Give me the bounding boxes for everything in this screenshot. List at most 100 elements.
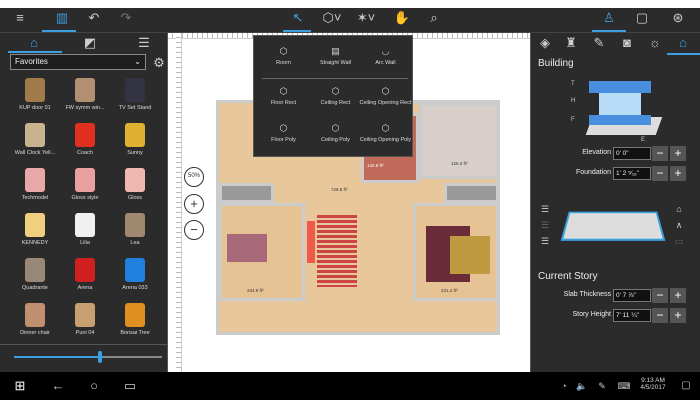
ceiling-opening-poly-tool[interactable]: ⬡ Ceiling Opening Poly xyxy=(359,123,412,143)
sun-icon[interactable]: ☼ xyxy=(643,33,667,53)
library-item[interactable]: Lilia xyxy=(60,210,110,251)
windows-start-icon[interactable]: ⊞ xyxy=(8,376,32,396)
library-item[interactable]: Gloss xyxy=(110,165,160,206)
height-minus-button[interactable]: − xyxy=(652,308,668,323)
library-item[interactable]: KENNEDY xyxy=(10,210,60,251)
library-item[interactable]: Coach xyxy=(60,120,110,161)
item-label: Bonsai Tree xyxy=(120,330,150,336)
materials-tab-icon[interactable]: ◩ xyxy=(78,33,102,53)
search-icon[interactable]: ⌕ xyxy=(422,8,446,28)
area-label: 126.3 ft² xyxy=(451,161,468,166)
item-label: FW symm win... xyxy=(65,105,105,111)
rug xyxy=(317,215,357,287)
slab-plus-button[interactable]: + xyxy=(670,288,686,303)
library-item[interactable]: Sunny xyxy=(110,120,160,161)
library-item[interactable]: Gloss style xyxy=(60,165,110,206)
ceiling-rect-tool[interactable]: ⬡ Ceiling Rect xyxy=(309,86,362,106)
undo-icon[interactable]: ↶ xyxy=(82,8,106,28)
library-item[interactable]: Bonsai Tree xyxy=(110,300,160,341)
arc-wall-icon: ◡ xyxy=(381,46,390,56)
slider-thumb[interactable] xyxy=(98,351,102,363)
library-item[interactable]: TV Set Stand xyxy=(110,75,160,116)
pen-icon[interactable]: ✎ xyxy=(590,376,614,396)
pan-hand-icon[interactable]: ✋ xyxy=(390,8,414,28)
furniture-tab-icon[interactable]: ⌂ xyxy=(22,33,46,53)
elevation-plus-button[interactable]: + xyxy=(670,146,686,161)
story-height-input[interactable]: 7' 11 ¼" xyxy=(613,309,651,322)
notifications-icon[interactable]: ▢ xyxy=(674,376,698,396)
item-label: Quadrante xyxy=(22,285,48,291)
redo-icon[interactable]: ↷ xyxy=(114,8,138,28)
tool-label: Straight Wall xyxy=(320,60,351,66)
home-circle-icon[interactable]: ○ xyxy=(82,376,106,396)
height-plus-button[interactable]: + xyxy=(670,308,686,323)
item-label: Arena xyxy=(77,285,93,291)
magic-icon[interactable]: ✶˅ xyxy=(354,8,378,28)
item-thumbnail xyxy=(125,303,145,327)
remove-story-icon[interactable]: ▭ xyxy=(667,231,691,251)
list-tab-icon[interactable]: ☰ xyxy=(132,33,156,53)
menu-icon[interactable]: ≡ xyxy=(8,8,32,28)
library-icon[interactable]: ▥ xyxy=(50,8,74,28)
straight-wall-tool[interactable]: ▤ Straight Wall xyxy=(309,46,362,66)
ceiling-poly-tool[interactable]: ⬡ Ceiling Poly xyxy=(309,123,362,143)
library-item[interactable]: FW symm win... xyxy=(60,75,110,116)
slab-thickness-input[interactable]: 0' 7 ⅞" xyxy=(613,289,651,302)
tool-label: Ceiling Rect xyxy=(320,100,351,106)
person-icon[interactable]: ♙ xyxy=(597,8,621,28)
library-item[interactable]: Arena 033 xyxy=(110,255,160,296)
keyboard-icon[interactable]: ⌨ xyxy=(612,376,636,396)
zoom-in-button[interactable]: + xyxy=(184,194,204,214)
arc-wall-tool[interactable]: ◡ Arc Wall xyxy=(359,46,412,66)
foundation-minus-button[interactable]: − xyxy=(652,166,668,181)
library-item[interactable]: Techmodel xyxy=(10,165,60,206)
elevation-input[interactable]: 0' 0" xyxy=(613,147,651,160)
room-tool[interactable]: ⬡ Room xyxy=(257,46,310,66)
category-value: Favorites xyxy=(15,57,48,66)
area-label: 142.8 ft² xyxy=(367,163,384,168)
size-slider[interactable] xyxy=(14,351,162,363)
plan-view-icon[interactable]: ▢ xyxy=(630,8,654,28)
library-item[interactable]: Arena xyxy=(60,255,110,296)
3d-view-icon[interactable]: ⊛ xyxy=(666,8,690,28)
floor-poly-tool[interactable]: ⬡ Floor Poly xyxy=(257,123,310,143)
floor-rect-tool[interactable]: ⬡ Floor Rect xyxy=(257,86,310,106)
library-panel: ⌂ ◩ ☰ Favorites ⌄ ⚙ KUP door 01 FW symm wi… xyxy=(0,33,168,372)
library-item[interactable]: Lea xyxy=(110,210,160,251)
foundation-plus-button[interactable]: + xyxy=(670,166,686,181)
paint-icon[interactable]: ◈ xyxy=(533,33,557,53)
camera-icon[interactable]: ◙ xyxy=(615,33,639,53)
back-icon[interactable]: ← xyxy=(46,376,70,396)
ceiling-icon: ⬡ xyxy=(331,86,340,96)
story-preview[interactable] xyxy=(560,211,666,241)
clock-time[interactable]: 9:13 AM xyxy=(636,377,670,384)
e-label: E xyxy=(641,137,646,143)
item-label: KUP door 01 xyxy=(19,105,51,111)
add-story-below-icon[interactable]: ☰ xyxy=(533,231,557,251)
library-item[interactable]: KUP door 01 xyxy=(10,75,60,116)
library-item[interactable]: Puni 04 xyxy=(60,300,110,341)
slab-minus-button[interactable]: − xyxy=(652,288,668,303)
building-icon[interactable]: ⌂ xyxy=(671,33,695,53)
foundation-input[interactable]: 1' 2 ⁵⁄₁₆" xyxy=(613,167,651,180)
zoom-out-button[interactable]: − xyxy=(184,220,204,240)
stamp-icon[interactable]: ♜ xyxy=(559,33,583,53)
select-icon[interactable]: ↖ xyxy=(286,8,310,28)
ceiling-opening-rect-tool[interactable]: ⬡ Ceiling Opening Rect xyxy=(359,86,412,106)
elevation-minus-button[interactable]: − xyxy=(652,146,668,161)
item-thumbnail xyxy=(125,168,145,192)
task-view-icon[interactable]: ▭ xyxy=(118,376,142,396)
library-item[interactable]: Quadrante xyxy=(10,255,60,296)
item-label: Arena 033 xyxy=(122,285,148,291)
building-title: Building xyxy=(538,58,574,69)
zoom-level-button[interactable]: 50% xyxy=(184,167,204,187)
floor-icon: ⬡ xyxy=(279,123,288,133)
library-item[interactable]: Wall Clock Yell... xyxy=(10,120,60,161)
pencil-icon[interactable]: ✎ xyxy=(587,33,611,53)
library-item[interactable]: Dinner chair xyxy=(10,300,60,341)
item-thumbnail xyxy=(75,123,95,147)
item-label: Gloss style xyxy=(71,195,99,201)
clock-date[interactable]: 4/5/2017 xyxy=(636,384,670,391)
category-select[interactable]: Favorites ⌄ xyxy=(10,54,146,70)
3d-object-icon[interactable]: ⬡˅ xyxy=(320,8,344,28)
